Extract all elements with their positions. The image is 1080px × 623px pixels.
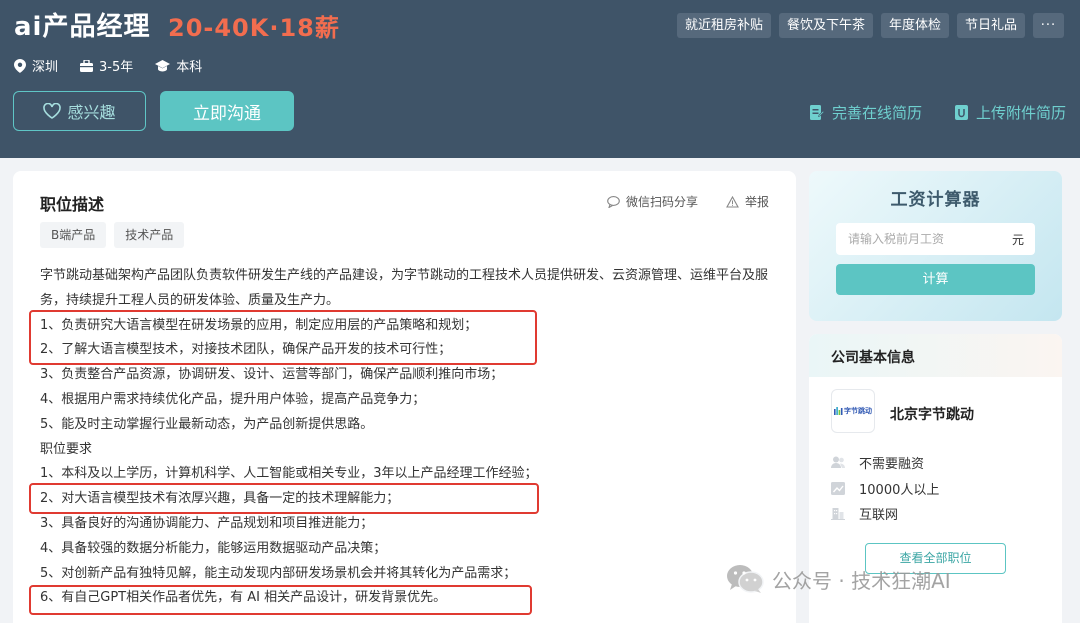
complete-resume-link[interactable]: 完善在线简历 <box>810 102 922 123</box>
chart-icon <box>831 482 845 495</box>
salary-calculator-card: 工资计算器 元 计算 <box>809 171 1062 321</box>
job-meta: 深圳 3-5年 本科 <box>14 56 224 75</box>
description-line: 4、根据用户需求持续优化产品，提升用户体验，提高产品竞争力； <box>40 391 426 407</box>
upload-icon <box>955 105 968 120</box>
report-label: 举报 <box>745 195 770 209</box>
description-line: 3、负责整合产品资源，协调研发、设计、运营等部门，确保产品顺利推向市场； <box>40 367 504 383</box>
more-benefits-button[interactable]: ··· <box>1033 13 1064 38</box>
requirement-line: 3、具备良好的沟通协调能力、产品规划和项目推进能力； <box>40 515 374 531</box>
currency-unit: 元 <box>1012 233 1025 247</box>
building-icon <box>831 508 845 520</box>
heart-icon <box>43 103 62 119</box>
job-header: ai产品经理 20-40K·18薪 就近租房补贴 餐饮及下午茶 年度体检 节日礼… <box>0 0 1080 158</box>
financing-row: 不需要融资 <box>831 453 924 472</box>
upload-resume-label: 上传附件简历 <box>976 104 1067 122</box>
job-description-title: 职位描述 <box>40 195 105 214</box>
calculate-button[interactable]: 计算 <box>836 264 1035 295</box>
wechat-share-label: 微信扫码分享 <box>626 195 699 209</box>
bytedance-logo-icon <box>834 407 843 415</box>
location-pin-icon <box>14 58 26 73</box>
company-logo[interactable]: 字节跳动 <box>831 389 875 433</box>
users-icon <box>831 456 845 468</box>
salary: 20-40K·18薪 <box>168 14 340 42</box>
description-line: 5、能及时主动掌握行业最新动态，为产品创新提供思路。 <box>40 416 374 432</box>
chat-bubble-icon <box>607 195 620 208</box>
wechat-share-button[interactable]: 微信扫码分享 <box>607 193 698 210</box>
job-tag: 技术产品 <box>114 222 185 248</box>
company-info-header: 公司基本信息 <box>809 334 1062 377</box>
job-title: ai产品经理 <box>14 12 151 42</box>
job-tag: B端产品 <box>40 222 107 248</box>
calculator-title: 工资计算器 <box>890 190 981 210</box>
financing-text: 不需要融资 <box>859 457 925 472</box>
logo-text: 字节跳动 <box>844 407 872 415</box>
chat-now-button[interactable]: 立即沟通 <box>160 91 294 131</box>
monthly-salary-input[interactable] <box>836 223 1035 255</box>
related-jobs-card <box>809 606 1062 623</box>
industry-text: 互联网 <box>859 508 899 523</box>
requirements-heading: 职位要求 <box>40 441 93 457</box>
requirement-line: 5、对创新产品有独特见解，能主动发现内部研发场景机会并将其转化为产品需求； <box>40 565 517 581</box>
benefit-tag: 年度体检 <box>880 13 949 38</box>
description-intro: 字节跳动基础架构产品团队负责软件研发生产线的产品建设，为字节跳动的工程技术人员提… <box>40 268 769 308</box>
location-text: 深圳 <box>32 60 59 75</box>
complete-resume-label: 完善在线简历 <box>832 104 923 122</box>
size-row: 10000人以上 <box>831 479 939 498</box>
highlight-box <box>29 483 539 514</box>
watermark-text: 公众号 · 技术狂潮AI <box>772 568 951 593</box>
requirement-line: 4、具备较强的数据分析能力，能够运用数据驱动产品决策； <box>40 540 387 556</box>
highlight-box <box>29 310 537 365</box>
company-info-title: 公司基本信息 <box>831 350 915 366</box>
graduation-cap-icon <box>155 59 171 71</box>
job-description-card: 职位描述 微信扫码分享 举报 B端产品 技术产品 字节跳动基础架构产品团队负责软… <box>13 171 796 623</box>
benefit-tag: 餐饮及下午茶 <box>778 13 873 38</box>
benefit-tag: 节日礼品 <box>956 13 1025 38</box>
meta-location: 深圳 <box>14 56 58 75</box>
briefcase-icon <box>80 59 94 72</box>
experience-text: 3-5年 <box>99 60 134 75</box>
meta-education: 本科 <box>155 56 202 75</box>
interest-label: 感兴趣 <box>67 103 116 122</box>
education-text: 本科 <box>176 60 203 75</box>
industry-row: 互联网 <box>831 504 898 523</box>
benefit-tags: 就近租房补贴 餐饮及下午茶 年度体检 节日礼品 ··· <box>676 13 1064 38</box>
company-name[interactable]: 北京字节跳动 <box>890 404 974 424</box>
watermark: 公众号 · 技术狂潮AI <box>726 564 951 594</box>
benefit-tag: 就近租房补贴 <box>676 13 771 38</box>
meta-experience: 3-5年 <box>80 56 133 75</box>
upload-resume-link[interactable]: 上传附件简历 <box>955 102 1066 123</box>
warning-icon <box>726 195 739 208</box>
job-tags: B端产品 技术产品 <box>40 222 185 248</box>
highlight-box <box>29 585 532 615</box>
company-size-text: 10000人以上 <box>859 483 940 498</box>
wechat-logo-icon <box>727 565 764 593</box>
resume-icon <box>810 105 824 120</box>
report-button[interactable]: 举报 <box>726 193 769 210</box>
interest-button[interactable]: 感兴趣 <box>13 91 146 131</box>
